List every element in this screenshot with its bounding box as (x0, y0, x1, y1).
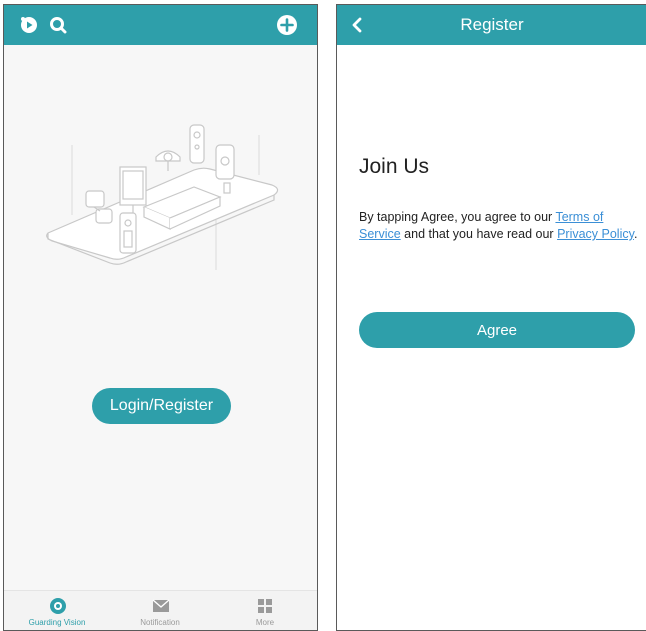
agree-button[interactable]: Agree (359, 312, 635, 348)
smart-home-devices-illustration (46, 124, 279, 270)
join-heading: Join Us (359, 155, 430, 178)
home-screen: Login/Register Guarding Vision Notificat… (3, 4, 318, 631)
nav-label: Guarding Vision (28, 618, 86, 627)
play-icon[interactable] (20, 16, 38, 34)
add-icon[interactable] (276, 14, 298, 36)
register-top-bar: Register (337, 5, 646, 45)
agreement-prefix: By tapping Agree, you agree to our (359, 210, 556, 224)
nav-label: More (255, 618, 275, 627)
agreement-text: By tapping Agree, you agree to our Terms… (359, 209, 641, 243)
envelope-icon (152, 599, 170, 612)
grid-icon (258, 599, 272, 613)
privacy-policy-link[interactable]: Privacy Policy (557, 227, 634, 241)
login-register-button[interactable]: Login/Register (92, 388, 231, 424)
guarding-vision-icon (50, 598, 66, 614)
nav-item-notification[interactable]: Notification (110, 591, 210, 630)
nav-item-guarding-vision[interactable]: Guarding Vision (7, 591, 107, 630)
home-top-bar (4, 5, 317, 45)
nav-label: Notification (140, 618, 180, 627)
page-title: Register (460, 15, 524, 34)
nav-item-more[interactable]: More (215, 591, 315, 630)
agreement-suffix: . (633, 227, 638, 241)
search-icon[interactable] (49, 16, 67, 34)
register-screen: Register Join Us By tapping Agree, you a… (336, 4, 646, 631)
agreement-middle: and that you have read our (400, 227, 558, 241)
